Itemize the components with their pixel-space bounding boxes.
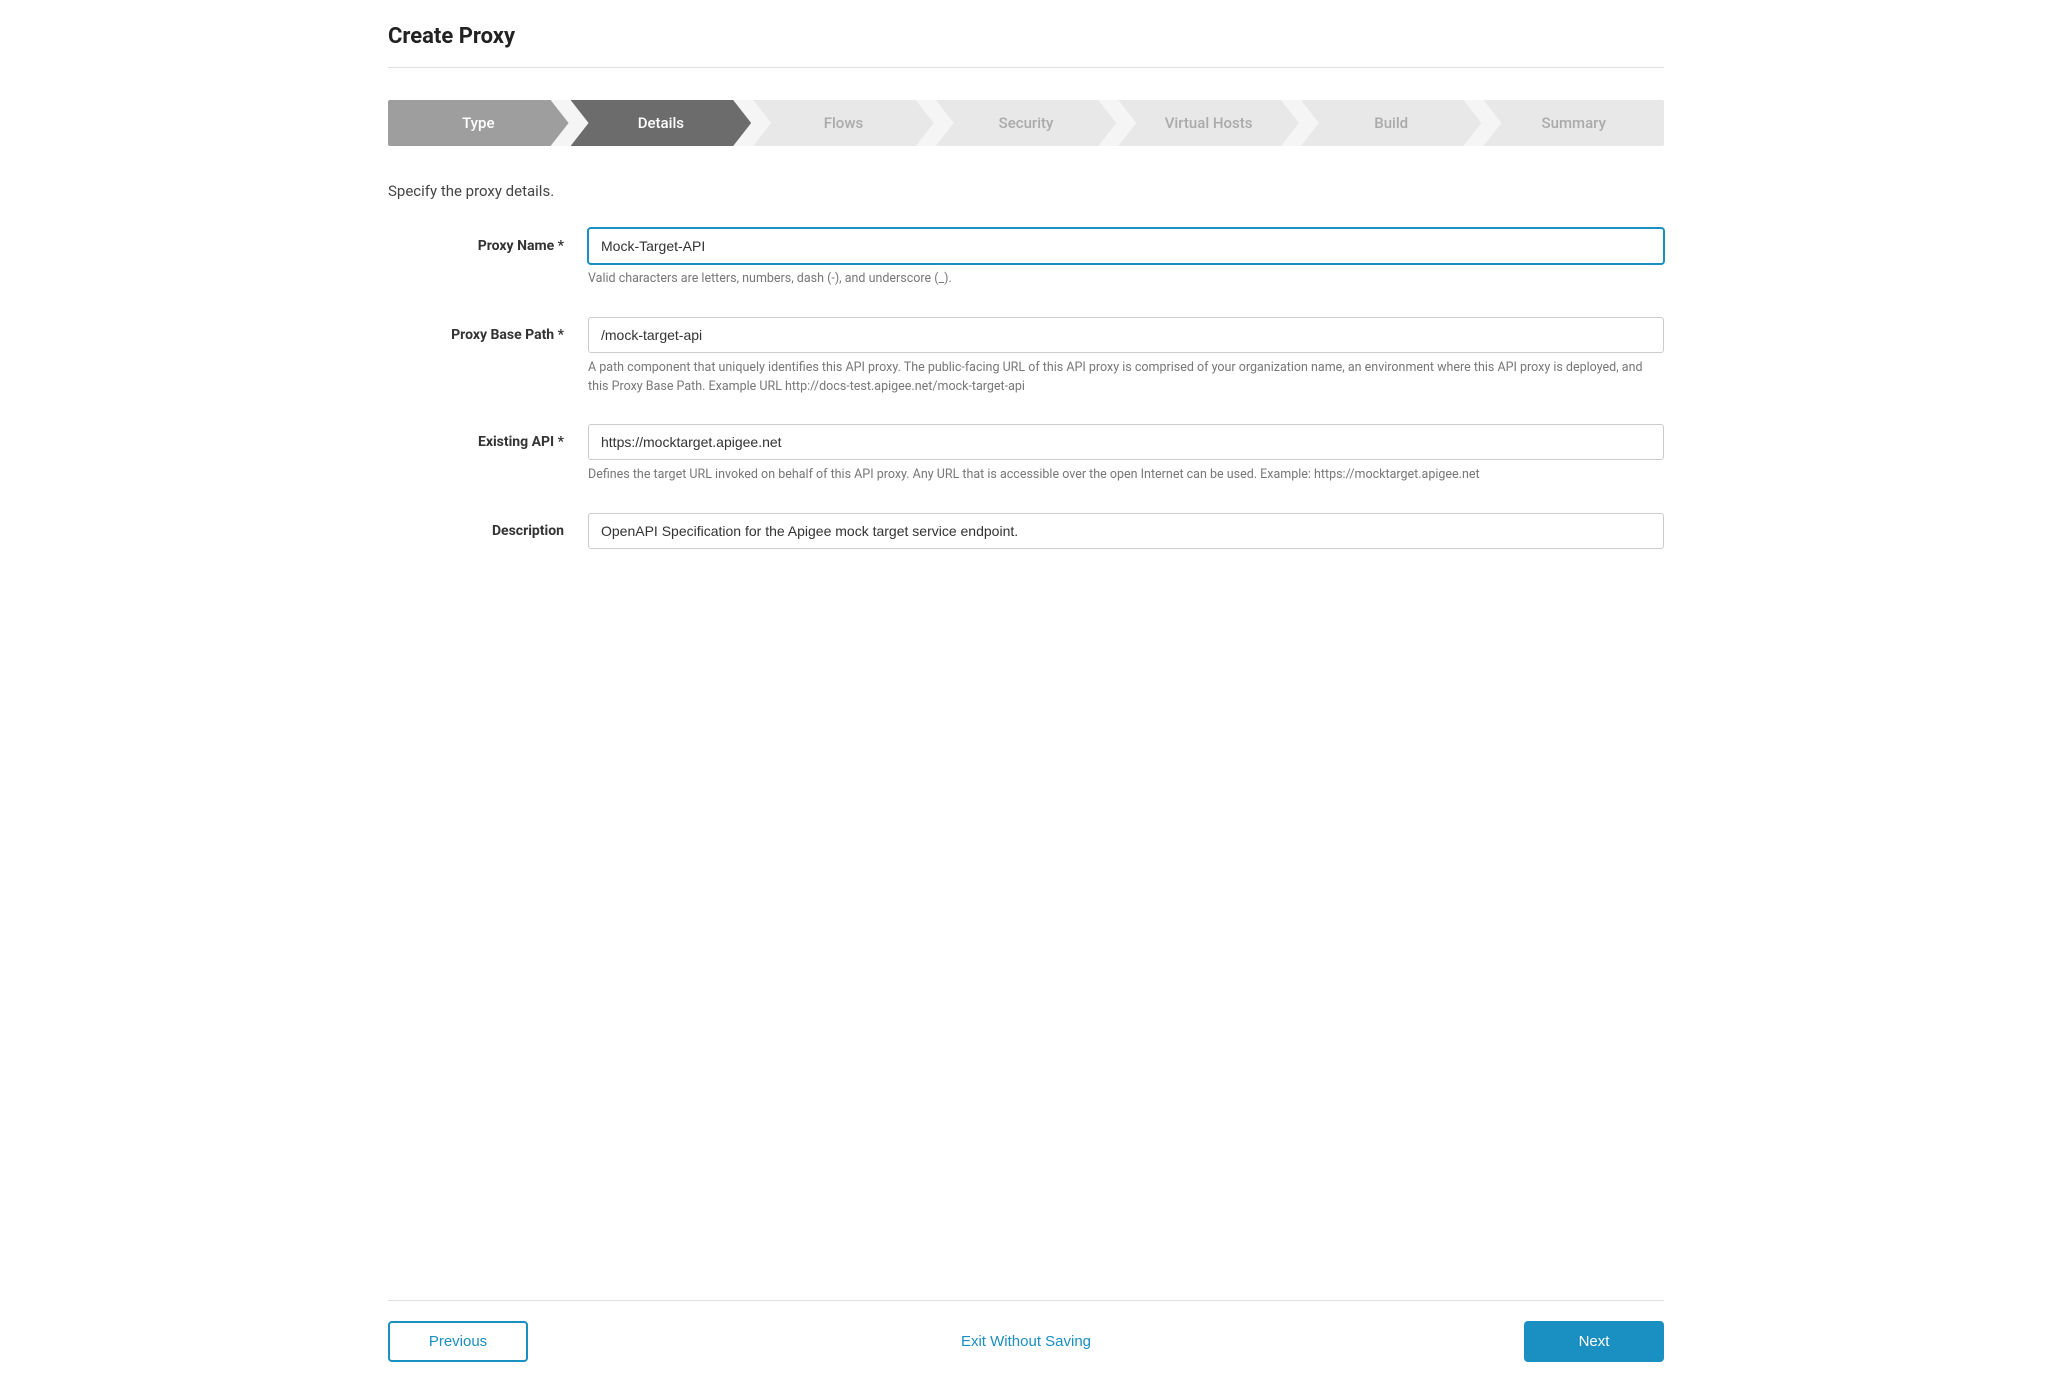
proxy-base-path-row: Proxy Base Path * A path component that … [388, 317, 1664, 397]
proxy-base-path-wrapper: A path component that uniquely identifie… [588, 317, 1664, 397]
step-build[interactable]: Build [1301, 100, 1482, 146]
step-flows[interactable]: Flows [753, 100, 934, 146]
step-details[interactable]: Details [571, 100, 752, 146]
existing-api-hint: Defines the target URL invoked on behalf… [588, 466, 1664, 485]
exit-without-saving-button[interactable]: Exit Without Saving [961, 1333, 1091, 1350]
description-wrapper [588, 513, 1664, 549]
proxy-name-wrapper: Valid characters are letters, numbers, d… [588, 228, 1664, 289]
description-input[interactable] [588, 513, 1664, 549]
section-subtitle: Specify the proxy details. [388, 182, 1664, 200]
existing-api-label: Existing API * [388, 424, 588, 450]
next-button[interactable]: Next [1524, 1321, 1664, 1362]
existing-api-input[interactable] [588, 424, 1664, 460]
existing-api-row: Existing API * Defines the target URL in… [388, 424, 1664, 485]
title-divider [388, 67, 1664, 68]
proxy-base-path-hint: A path component that uniquely identifie… [588, 359, 1664, 397]
step-security[interactable]: Security [936, 100, 1117, 146]
step-type[interactable]: Type [388, 100, 569, 146]
step-summary[interactable]: Summary [1483, 100, 1664, 146]
existing-api-wrapper: Defines the target URL invoked on behalf… [588, 424, 1664, 485]
existing-api-required: * [558, 434, 564, 450]
proxy-base-path-input[interactable] [588, 317, 1664, 353]
proxy-base-path-label: Proxy Base Path * [388, 317, 588, 343]
step-virtual-hosts[interactable]: Virtual Hosts [1118, 100, 1299, 146]
form-body: Proxy Name * Valid characters are letter… [388, 228, 1664, 1300]
previous-button[interactable]: Previous [388, 1321, 528, 1362]
description-row: Description [388, 513, 1664, 549]
proxy-base-path-required: * [558, 327, 564, 343]
proxy-name-input[interactable] [588, 228, 1664, 264]
footer: Previous Exit Without Saving Next [388, 1300, 1664, 1386]
proxy-name-required: * [558, 238, 564, 254]
proxy-name-hint: Valid characters are letters, numbers, d… [588, 270, 1664, 289]
page-title: Create Proxy [388, 24, 1664, 49]
proxy-name-label: Proxy Name * [388, 228, 588, 254]
proxy-name-row: Proxy Name * Valid characters are letter… [388, 228, 1664, 289]
stepper: Type Details Flows Security Virtual Host… [388, 100, 1664, 146]
description-label: Description [388, 513, 588, 539]
